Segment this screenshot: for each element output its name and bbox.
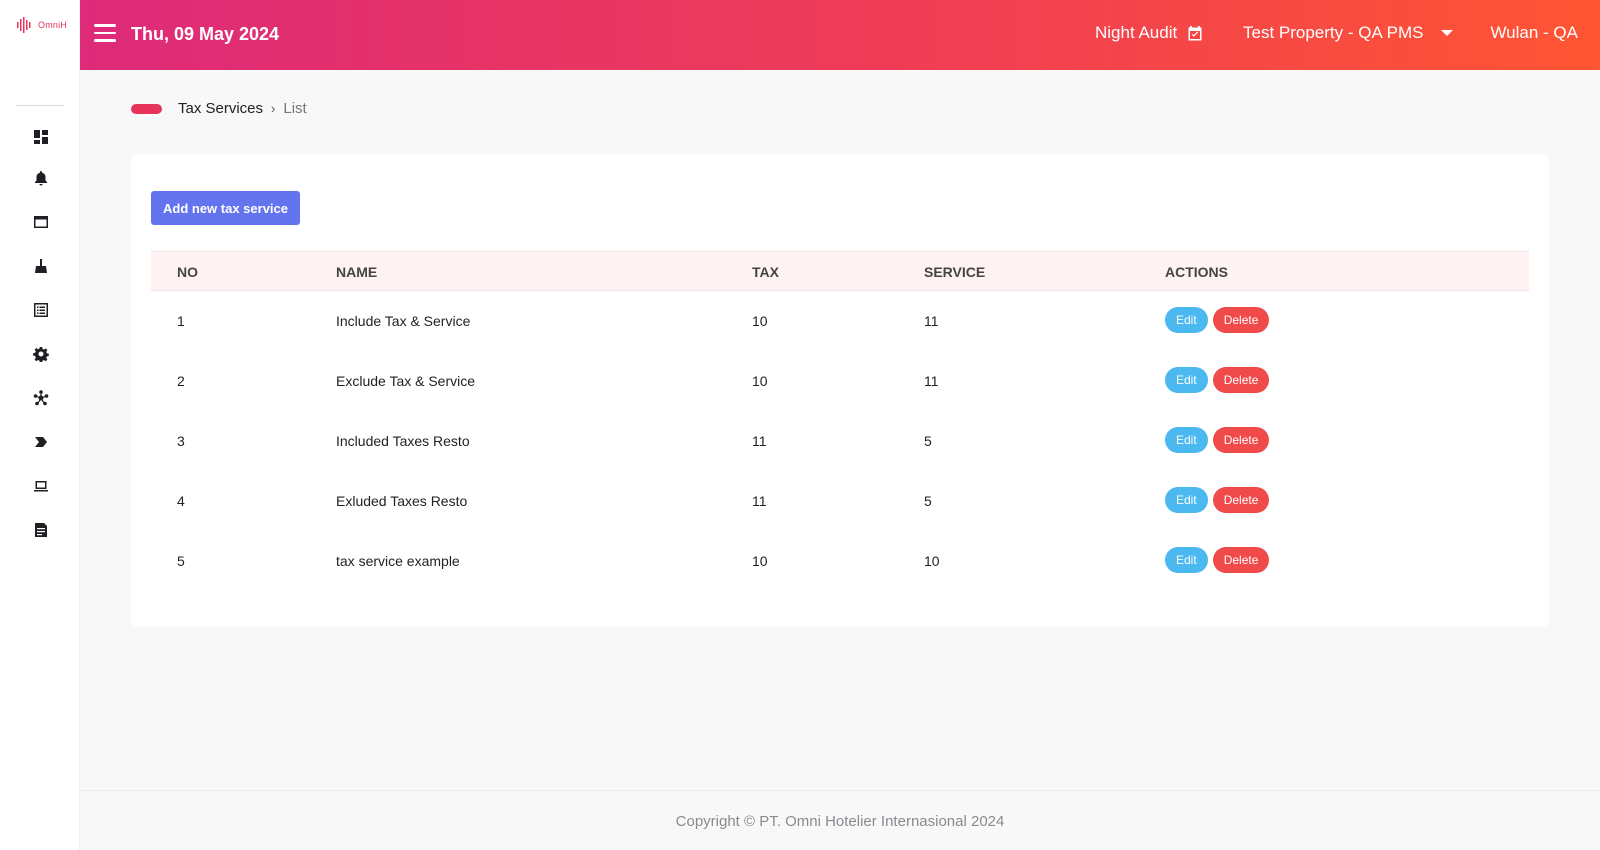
chevron-tag-icon: [35, 437, 47, 447]
night-audit-button[interactable]: Night Audit: [1095, 23, 1203, 43]
delete-button[interactable]: Delete: [1212, 307, 1270, 333]
row-no: 1: [177, 313, 185, 329]
logo[interactable]: OmniH: [16, 14, 67, 36]
sidebar-item-housekeeping[interactable]: [30, 255, 52, 277]
delete-button[interactable]: Delete: [1212, 487, 1270, 513]
edit-button[interactable]: Edit: [1165, 547, 1208, 573]
row-actions: Edit Delete: [1165, 427, 1270, 453]
table-row: 1 Include Tax & Service 10 11 Edit Delet…: [151, 291, 1529, 351]
table-row: 2 Exclude Tax & Service 10 11 Edit Delet…: [151, 351, 1529, 411]
chevron-down-icon: [1441, 30, 1454, 36]
row-no: 4: [177, 493, 185, 509]
row-name: Included Taxes Resto: [336, 433, 470, 449]
sidebar-item-window[interactable]: [30, 211, 52, 233]
report-icon: [35, 523, 47, 537]
property-selector[interactable]: Test Property - QA PMS: [1243, 23, 1454, 43]
sidebar-item-reports[interactable]: [30, 519, 52, 541]
table-row: 5 tax service example 10 10 Edit Delete: [151, 531, 1529, 591]
footer: Copyright © PT. Omni Hotelier Internasio…: [80, 790, 1600, 850]
edit-button[interactable]: Edit: [1165, 487, 1208, 513]
delete-button[interactable]: Delete: [1212, 427, 1270, 453]
column-header-no: NO: [177, 264, 198, 280]
row-tax: 11: [752, 493, 767, 509]
breadcrumb: Tax Services › List: [131, 100, 307, 117]
gear-icon: [33, 347, 49, 362]
row-actions: Edit Delete: [1165, 307, 1270, 333]
sidebar-item-tags[interactable]: [30, 431, 52, 453]
column-header-actions: ACTIONS: [1165, 264, 1228, 280]
edit-button[interactable]: Edit: [1165, 307, 1208, 333]
sidebar-divider: [16, 105, 64, 106]
sidebar-item-list[interactable]: [30, 299, 52, 321]
hamburger-icon: [94, 24, 116, 27]
edit-button[interactable]: Edit: [1165, 367, 1208, 393]
sidebar-item-devices[interactable]: [30, 475, 52, 497]
breadcrumb-separator: ›: [271, 101, 276, 116]
row-actions: Edit Delete: [1165, 547, 1270, 573]
row-no: 2: [177, 373, 185, 389]
laptop-icon: [34, 481, 48, 492]
user-menu[interactable]: Wulan - QA: [1490, 23, 1578, 43]
breadcrumb-tax-services[interactable]: Tax Services: [178, 100, 263, 117]
row-service: 10: [924, 553, 940, 569]
table-row: 3 Included Taxes Resto 11 5 Edit Delete: [151, 411, 1529, 471]
row-actions: Edit Delete: [1165, 487, 1270, 513]
sidebar: OmniH: [0, 0, 80, 850]
property-label: Test Property - QA PMS: [1243, 23, 1424, 42]
column-header-name: NAME: [336, 264, 378, 280]
table-row: 4 Exluded Taxes Resto 11 5 Edit Delete: [151, 471, 1529, 531]
row-tax: 11: [752, 433, 767, 449]
app-root: OmniH Thu, 09 May 2024 Night Audit Test …: [0, 0, 1600, 850]
bell-icon: [35, 171, 47, 186]
calendar-check-icon: [1188, 26, 1202, 41]
footer-copyright: Copyright © PT. Omni Hotelier Internasio…: [675, 813, 1005, 830]
sidebar-item-dashboard[interactable]: [30, 126, 52, 148]
row-name: Exluded Taxes Resto: [336, 493, 468, 509]
table-header: NO NAME TAX SERVICE ACTIONS: [151, 251, 1529, 291]
header-date: Thu, 09 May 2024: [131, 24, 280, 44]
add-tax-service-button[interactable]: Add new tax service: [151, 191, 300, 225]
delete-button[interactable]: Delete: [1212, 547, 1270, 573]
sidebar-item-notifications[interactable]: [30, 167, 52, 189]
delete-button[interactable]: Delete: [1212, 367, 1270, 393]
row-name: Include Tax & Service: [336, 313, 471, 329]
tax-services-card: Add new tax service NO NAME TAX SERVICE …: [131, 154, 1549, 627]
tax-services-table: NO NAME TAX SERVICE ACTIONS 1 Include Ta…: [151, 251, 1529, 591]
logo-text: OmniH: [38, 20, 68, 30]
dashboard-icon: [34, 130, 48, 144]
menu-toggle-button[interactable]: [94, 24, 116, 44]
row-service: 11: [924, 373, 939, 389]
row-no: 5: [177, 553, 185, 569]
column-header-service: SERVICE: [924, 264, 986, 280]
broom-icon: [35, 259, 47, 273]
row-name: Exclude Tax & Service: [336, 373, 476, 389]
sidebar-item-channels[interactable]: [30, 387, 52, 409]
row-actions: Edit Delete: [1165, 367, 1270, 393]
top-header: Thu, 09 May 2024 Night Audit Test Proper…: [80, 0, 1600, 70]
hub-icon: [33, 390, 49, 406]
row-service: 5: [924, 433, 932, 449]
row-service: 5: [924, 493, 932, 509]
sidebar-item-settings[interactable]: [30, 343, 52, 365]
night-audit-label: Night Audit: [1095, 23, 1178, 42]
row-tax: 10: [752, 553, 768, 569]
row-name: tax service example: [336, 553, 460, 569]
row-tax: 10: [752, 313, 768, 329]
row-service: 11: [924, 313, 939, 329]
list-icon: [34, 303, 48, 317]
breadcrumb-pill: [131, 103, 162, 114]
window-icon: [34, 216, 48, 228]
column-header-tax: TAX: [752, 264, 779, 280]
edit-button[interactable]: Edit: [1165, 427, 1208, 453]
row-no: 3: [177, 433, 185, 449]
row-tax: 10: [752, 373, 768, 389]
breadcrumb-current: List: [283, 100, 307, 117]
logo-icon: [17, 17, 31, 33]
